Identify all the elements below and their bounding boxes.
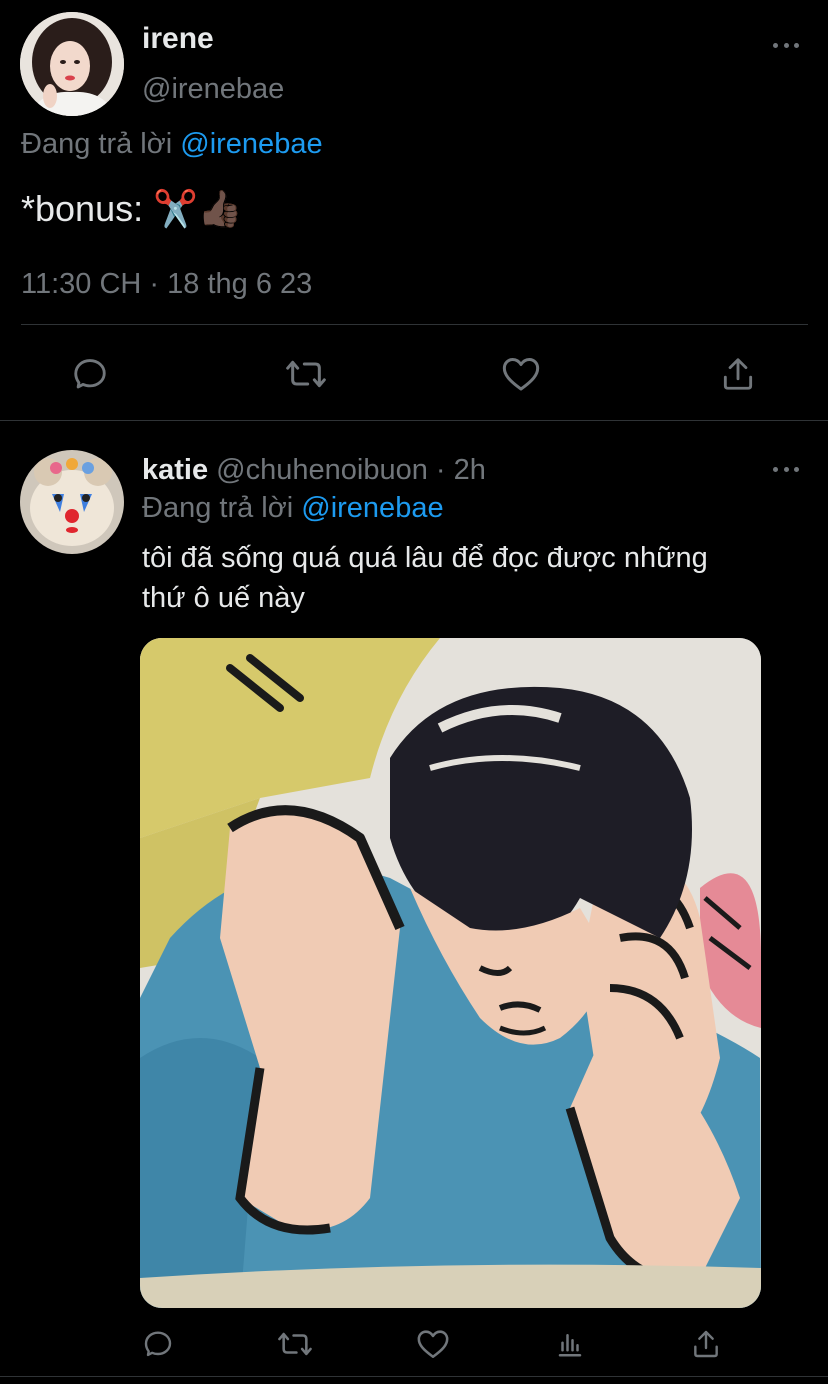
views-icon[interactable] xyxy=(550,1324,590,1364)
tweet-header: katie @chuhenoibuon · 2h xyxy=(142,452,486,488)
more-options-icon[interactable] xyxy=(773,41,799,49)
handle[interactable]: @irenebae xyxy=(142,71,284,107)
reply-mention-link[interactable]: @irenebae xyxy=(180,128,322,160)
display-name[interactable]: irene xyxy=(142,20,214,58)
tweet-text: tôi đã sống quá quá lâu để đọc được nhữn… xyxy=(142,538,708,618)
avatar[interactable] xyxy=(20,12,124,116)
like-icon[interactable] xyxy=(499,352,543,396)
tweet-text-line: tôi đã sống quá quá lâu để đọc được nhữn… xyxy=(142,542,708,574)
tweet-timestamp[interactable]: 11:30 CH · 18 thg 6 23 xyxy=(21,266,312,302)
replying-to-label: Đang trả lời xyxy=(142,492,294,524)
reply-mention-link[interactable]: @irenebae xyxy=(301,492,443,524)
reply-icon[interactable] xyxy=(138,1324,178,1364)
tweet-media-image[interactable] xyxy=(140,638,761,1308)
tweet-text: *bonus: ✂️👍🏿 xyxy=(21,188,243,229)
more-options-icon[interactable] xyxy=(773,465,799,473)
share-icon[interactable] xyxy=(716,352,760,396)
avatar[interactable] xyxy=(20,450,124,554)
tweet-time[interactable]: · 2h xyxy=(436,454,486,486)
divider xyxy=(21,324,808,325)
reply-icon[interactable] xyxy=(68,352,112,396)
divider xyxy=(0,420,828,421)
retweet-icon[interactable] xyxy=(283,352,329,396)
display-name[interactable]: katie xyxy=(142,454,208,486)
divider xyxy=(0,1376,828,1377)
like-icon[interactable] xyxy=(413,1324,453,1364)
replying-to: Đang trả lời @irenebae xyxy=(142,490,444,526)
retweet-icon[interactable] xyxy=(274,1324,316,1364)
replying-to-label: Đang trả lời xyxy=(21,128,173,160)
replying-to: Đang trả lời @irenebae xyxy=(21,126,323,162)
handle[interactable]: @chuhenoibuon xyxy=(216,454,428,486)
share-icon[interactable] xyxy=(686,1324,726,1364)
tweet-text-line: thứ ô uế này xyxy=(142,582,305,614)
